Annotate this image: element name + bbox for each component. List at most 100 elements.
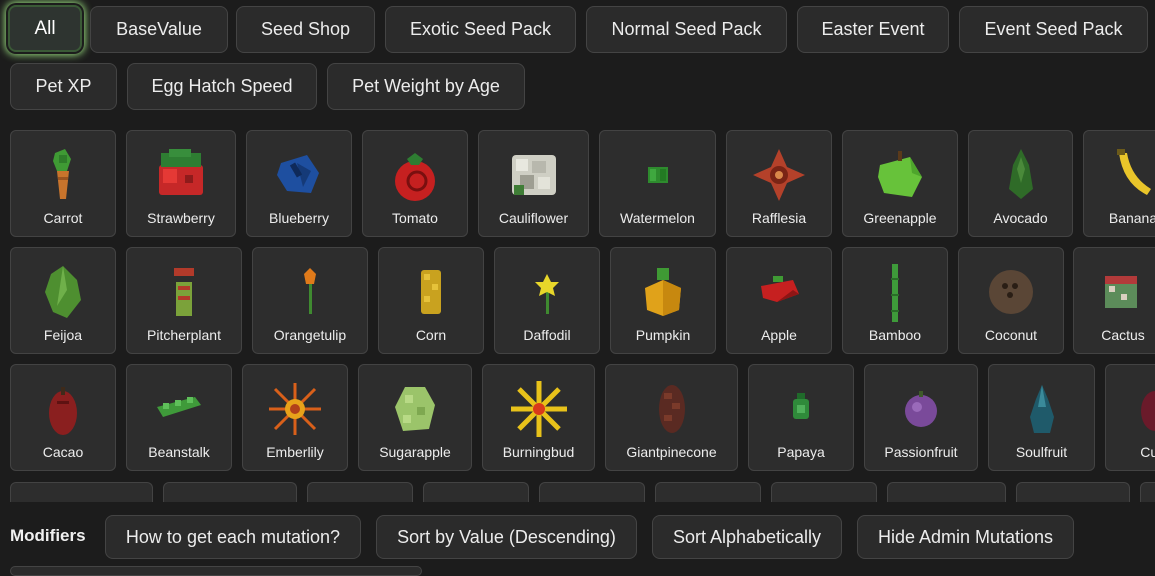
item-card-partial[interactable] — [307, 482, 413, 502]
item-card-soulfruit[interactable]: Soulfruit — [988, 364, 1095, 471]
item-card-partial[interactable] — [771, 482, 877, 502]
filter-pet-weight-by-age-button[interactable]: Pet Weight by Age — [327, 63, 525, 110]
item-card-papaya[interactable]: Papaya — [748, 364, 854, 471]
item-card-cacao[interactable]: Cacao — [10, 364, 116, 471]
sort-by-value-button[interactable]: Sort by Value (Descending) — [376, 515, 637, 559]
item-card-cactus[interactable]: Cactus — [1073, 247, 1155, 354]
item-card-partial[interactable] — [423, 482, 529, 502]
watermelon-icon — [600, 141, 715, 209]
how-to-get-mutation-button[interactable]: How to get each mutation? — [105, 515, 361, 559]
item-card-curs[interactable]: Curs — [1105, 364, 1155, 471]
item-name: Strawberry — [147, 210, 215, 226]
papaya-icon — [749, 375, 853, 443]
burningbud-icon — [483, 375, 594, 443]
pitcherplant-icon — [127, 258, 241, 326]
item-name: Bamboo — [868, 327, 922, 343]
item-name: Emberlily — [266, 444, 324, 460]
item-card-avocado[interactable]: Avocado — [968, 130, 1073, 237]
item-name: Watermelon — [620, 210, 695, 226]
cursed-fruit-icon — [1106, 375, 1155, 443]
item-name: Daffodil — [523, 327, 571, 343]
daffodil-icon — [495, 258, 599, 326]
item-name: Rafflesia — [751, 210, 807, 226]
item-card-passionfruit[interactable]: Passionfruit — [864, 364, 978, 471]
filter-seed-shop-button[interactable]: Seed Shop — [236, 6, 375, 53]
filter-pet-xp-button[interactable]: Pet XP — [10, 63, 117, 110]
item-card-blueberry[interactable]: Blueberry — [246, 130, 352, 237]
pumpkin-icon — [611, 258, 715, 326]
filter-basevalue-button[interactable]: BaseValue — [90, 6, 228, 53]
emberlily-icon — [243, 375, 347, 443]
item-card-burningbud[interactable]: Burningbud — [482, 364, 595, 471]
item-card-beanstalk[interactable]: Beanstalk — [126, 364, 232, 471]
cauliflower-icon — [479, 141, 588, 209]
feijoa-icon — [11, 258, 115, 326]
item-name: Pitcherplant — [147, 327, 221, 343]
item-card-partial[interactable] — [1140, 482, 1155, 502]
item-card-pumpkin[interactable]: Pumpkin — [610, 247, 716, 354]
filter-exotic-seed-pack-button[interactable]: Exotic Seed Pack — [385, 6, 576, 53]
item-card-strawberry[interactable]: Strawberry — [126, 130, 236, 237]
item-name: Curs — [1140, 444, 1155, 460]
item-name: Papaya — [777, 444, 825, 460]
item-card-partial[interactable] — [10, 482, 153, 502]
coconut-icon — [959, 258, 1063, 326]
hide-admin-mutations-button[interactable]: Hide Admin Mutations — [857, 515, 1074, 559]
item-card-sugarapple[interactable]: Sugarapple — [358, 364, 472, 471]
item-card-bamboo[interactable]: Bamboo — [842, 247, 948, 354]
item-card-carrot[interactable]: Carrot — [10, 130, 116, 237]
beanstalk-icon — [127, 375, 231, 443]
item-card-apple[interactable]: Apple — [726, 247, 832, 354]
blueberry-icon — [247, 141, 351, 209]
item-card-corn[interactable]: Corn — [378, 247, 484, 354]
carrot-icon — [11, 141, 115, 209]
item-card-rafflesia[interactable]: Rafflesia — [726, 130, 832, 237]
filter-all-button[interactable]: All — [8, 5, 82, 52]
item-name: Carrot — [43, 210, 83, 226]
sugarapple-icon — [359, 375, 471, 443]
item-name: Blueberry — [269, 210, 329, 226]
item-name: Banana — [1108, 210, 1155, 226]
item-name: Cactus — [1101, 327, 1145, 343]
item-card-partial[interactable] — [887, 482, 1006, 502]
item-card-feijoa[interactable]: Feijoa — [10, 247, 116, 354]
item-card-greenapple[interactable]: Greenapple — [842, 130, 958, 237]
avocado-icon — [969, 141, 1072, 209]
item-name: Apple — [761, 327, 797, 343]
item-name: Soulfruit — [1015, 444, 1068, 460]
item-name: Feijoa — [43, 327, 83, 343]
item-name: Greenapple — [863, 210, 937, 226]
filter-event-seed-pack-button[interactable]: Event Seed Pack — [959, 6, 1148, 53]
item-card-tomato[interactable]: Tomato — [362, 130, 468, 237]
soulfruit-icon — [989, 375, 1094, 443]
item-card-partial[interactable] — [163, 482, 297, 502]
item-card-partial[interactable] — [539, 482, 645, 502]
strawberry-icon — [127, 141, 235, 209]
item-card-cauliflower[interactable]: Cauliflower — [478, 130, 589, 237]
bamboo-icon — [843, 258, 947, 326]
item-name: Cauliflower — [498, 210, 569, 226]
item-card-coconut[interactable]: Coconut — [958, 247, 1064, 354]
item-name: Orangetulip — [273, 327, 347, 343]
rafflesia-icon — [727, 141, 831, 209]
cactus-icon — [1074, 258, 1155, 326]
orangetulip-icon — [253, 258, 367, 326]
filter-egg-hatch-speed-button[interactable]: Egg Hatch Speed — [127, 63, 317, 110]
greenapple-icon — [843, 141, 957, 209]
item-card-partial[interactable] — [1016, 482, 1130, 502]
item-card-emberlily[interactable]: Emberlily — [242, 364, 348, 471]
item-name: Avocado — [993, 210, 1048, 226]
item-card-partial[interactable] — [655, 482, 761, 502]
item-card-pitcherplant[interactable]: Pitcherplant — [126, 247, 242, 354]
item-card-orangetulip[interactable]: Orangetulip — [252, 247, 368, 354]
item-name: Burningbud — [502, 444, 575, 460]
item-card-daffodil[interactable]: Daffodil — [494, 247, 600, 354]
filter-easter-event-button[interactable]: Easter Event — [797, 6, 949, 53]
sort-alphabetically-button[interactable]: Sort Alphabetically — [652, 515, 842, 559]
filter-normal-seed-pack-button[interactable]: Normal Seed Pack — [586, 6, 787, 53]
item-card-watermelon[interactable]: Watermelon — [599, 130, 716, 237]
corn-icon — [379, 258, 483, 326]
item-card-banana[interactable]: Banana — [1083, 130, 1155, 237]
apple-icon — [727, 258, 831, 326]
item-card-giantpinecone[interactable]: Giantpinecone — [605, 364, 738, 471]
